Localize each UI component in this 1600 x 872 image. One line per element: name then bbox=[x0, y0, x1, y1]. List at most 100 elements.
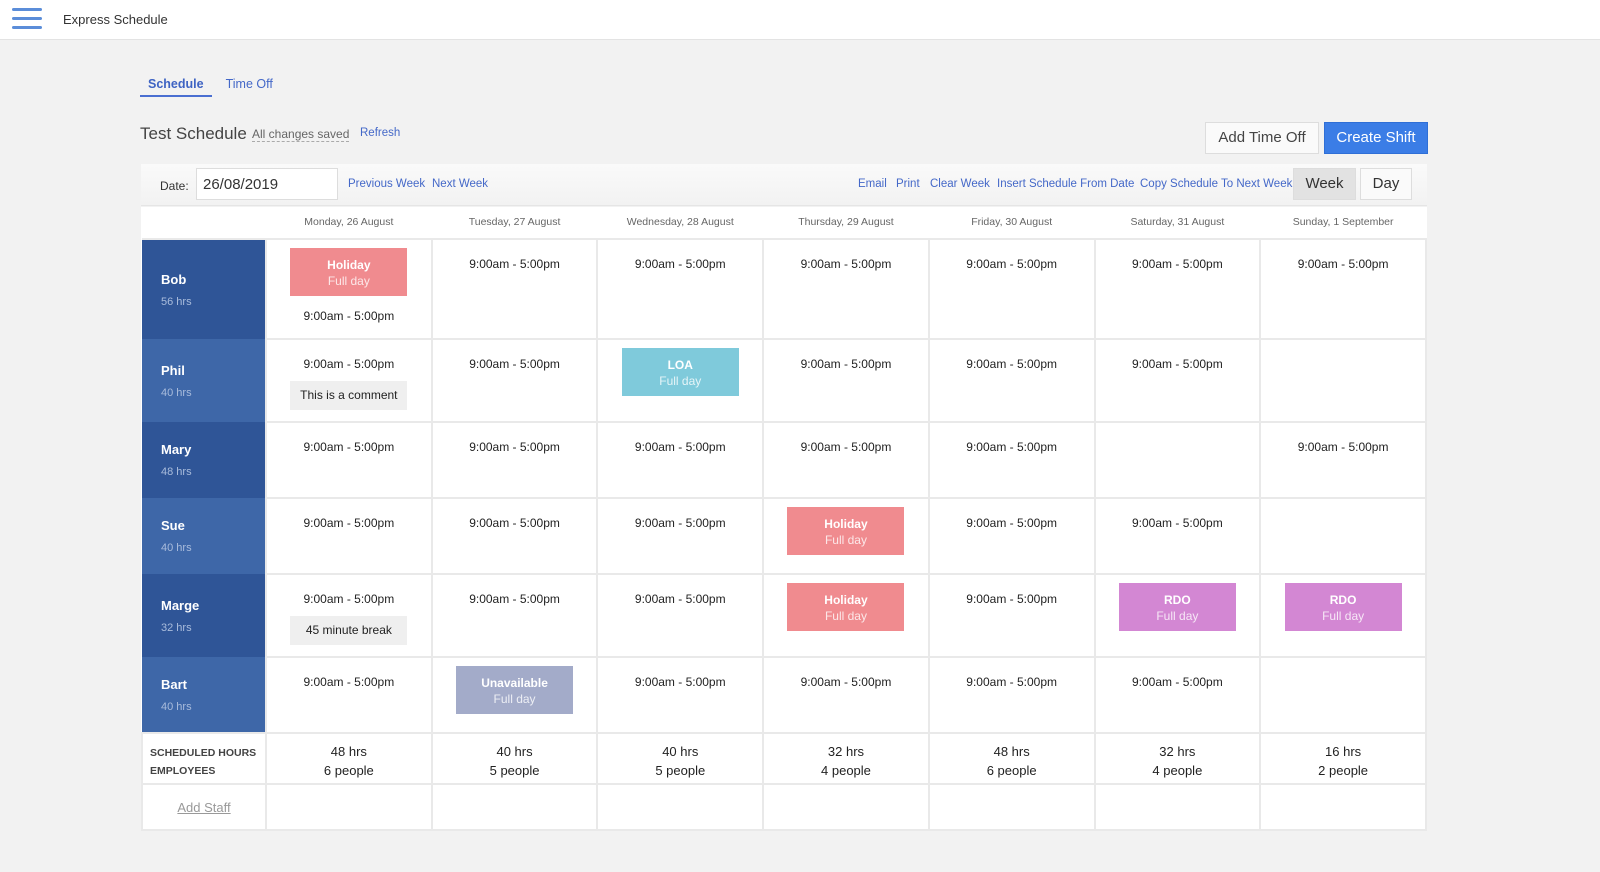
day-cell[interactable]: 9:00am - 5:00pm bbox=[927, 338, 1096, 423]
day-cell[interactable]: 9:00am - 5:00pm bbox=[762, 238, 930, 340]
day-cell[interactable]: 9:00am - 5:00pm bbox=[430, 497, 599, 575]
shift-entry[interactable]: 9:00am - 5:00pm bbox=[930, 357, 1094, 371]
shift-entry[interactable]: 9:00am - 5:00pm bbox=[267, 440, 431, 454]
clear-week-link[interactable]: Clear Week bbox=[930, 178, 990, 190]
day-cell[interactable]: 9:00am - 5:00pm bbox=[927, 656, 1096, 734]
day-cell[interactable]: 9:00am - 5:00pm bbox=[762, 421, 930, 499]
shift-entry[interactable]: 9:00am - 5:00pm bbox=[1261, 440, 1425, 454]
shift-entry[interactable]: 9:00am - 5:00pm bbox=[764, 357, 928, 371]
create-shift-button[interactable]: Create Shift bbox=[1324, 122, 1428, 154]
shift-entry[interactable]: 9:00am - 5:00pm bbox=[267, 357, 431, 371]
staff-cell[interactable]: Sue 40 hrs bbox=[142, 498, 266, 574]
rdo-block[interactable]: RDO Full day bbox=[1284, 583, 1402, 631]
holiday-block[interactable]: Holiday Full day bbox=[787, 583, 905, 631]
shift-entry[interactable]: 9:00am - 5:00pm bbox=[1096, 675, 1260, 689]
day-cell[interactable]: 9:00am - 5:00pm bbox=[430, 238, 599, 340]
shift-entry[interactable]: 9:00am - 5:00pm bbox=[267, 675, 431, 689]
shift-entry[interactable]: 9:00am - 5:00pm bbox=[433, 516, 597, 530]
day-cell[interactable]: 9:00am - 5:00pm bbox=[1259, 238, 1427, 340]
day-cell[interactable]: 9:00am - 5:00pm bbox=[265, 421, 433, 499]
day-cell[interactable]: 9:00am - 5:00pm bbox=[430, 338, 599, 423]
email-link[interactable]: Email bbox=[858, 178, 887, 190]
shift-entry[interactable]: 9:00am - 5:00pm bbox=[1261, 257, 1425, 271]
empty-cell[interactable] bbox=[596, 783, 765, 831]
day-view-button[interactable]: Day bbox=[1360, 168, 1412, 200]
shift-entry[interactable]: 9:00am - 5:00pm bbox=[764, 440, 928, 454]
shift-entry[interactable]: 9:00am - 5:00pm bbox=[1096, 357, 1260, 371]
shift-entry[interactable]: 9:00am - 5:00pm bbox=[1096, 516, 1260, 530]
day-cell[interactable]: Holiday Full day 9:00am - 5:00pm bbox=[265, 238, 433, 340]
tab-schedule[interactable]: Schedule bbox=[140, 75, 212, 97]
day-cell[interactable]: 9:00am - 5:00pm bbox=[1093, 656, 1262, 734]
staff-cell[interactable]: Mary 48 hrs bbox=[142, 422, 266, 498]
insert-schedule-link[interactable]: Insert Schedule From Date bbox=[997, 178, 1134, 190]
unavailable-block[interactable]: Unavailable Full day bbox=[456, 666, 574, 714]
day-cell[interactable]: RDO Full day bbox=[1259, 573, 1427, 658]
shift-entry[interactable]: 9:00am - 5:00pm bbox=[433, 357, 597, 371]
next-week-link[interactable]: Next Week bbox=[432, 178, 488, 190]
day-cell[interactable] bbox=[1259, 497, 1427, 575]
day-cell[interactable]: 9:00am - 5:00pm bbox=[430, 573, 599, 658]
staff-cell[interactable]: Marge 32 hrs bbox=[142, 574, 266, 657]
holiday-block[interactable]: Holiday Full day bbox=[290, 248, 408, 296]
shift-entry[interactable]: 9:00am - 5:00pm bbox=[598, 516, 762, 530]
day-cell[interactable]: 9:00am - 5:00pm bbox=[1093, 238, 1262, 340]
shift-entry[interactable]: 9:00am - 5:00pm bbox=[930, 257, 1094, 271]
staff-cell[interactable]: Bart 40 hrs bbox=[142, 657, 266, 733]
tab-time-off[interactable]: Time Off bbox=[218, 75, 281, 97]
day-cell[interactable] bbox=[1093, 421, 1262, 499]
shift-entry[interactable]: 9:00am - 5:00pm bbox=[598, 257, 762, 271]
day-cell[interactable]: Holiday Full day bbox=[762, 497, 930, 575]
hamburger-menu-icon[interactable] bbox=[12, 8, 42, 30]
add-time-off-button[interactable]: Add Time Off bbox=[1205, 122, 1319, 154]
day-cell[interactable]: 9:00am - 5:00pm bbox=[1093, 497, 1262, 575]
copy-schedule-link[interactable]: Copy Schedule To Next Week bbox=[1140, 178, 1292, 190]
day-cell[interactable]: 9:00am - 5:00pm bbox=[265, 656, 433, 734]
day-cell[interactable]: 9:00am - 5:00pm 45 minute break bbox=[265, 573, 433, 658]
empty-cell[interactable] bbox=[927, 783, 1096, 831]
day-cell[interactable]: 9:00am - 5:00pm bbox=[430, 421, 599, 499]
day-cell[interactable]: 9:00am - 5:00pm This is a comment bbox=[265, 338, 433, 423]
shift-entry[interactable]: 9:00am - 5:00pm bbox=[433, 592, 597, 606]
shift-entry[interactable]: 9:00am - 5:00pm bbox=[267, 309, 431, 323]
day-cell[interactable] bbox=[1259, 338, 1427, 423]
shift-entry[interactable]: 9:00am - 5:00pm bbox=[930, 592, 1094, 606]
staff-cell[interactable]: Phil 40 hrs bbox=[142, 339, 266, 422]
week-view-button[interactable]: Week bbox=[1293, 168, 1356, 200]
shift-comment[interactable]: This is a comment bbox=[290, 381, 408, 410]
empty-cell[interactable] bbox=[430, 783, 599, 831]
add-staff-link[interactable]: Add Staff bbox=[141, 783, 267, 831]
empty-cell[interactable] bbox=[265, 783, 433, 831]
shift-entry[interactable]: 9:00am - 5:00pm bbox=[267, 592, 431, 606]
empty-cell[interactable] bbox=[762, 783, 930, 831]
day-cell[interactable]: 9:00am - 5:00pm bbox=[762, 338, 930, 423]
shift-entry[interactable]: 9:00am - 5:00pm bbox=[267, 516, 431, 530]
shift-entry[interactable]: 9:00am - 5:00pm bbox=[598, 675, 762, 689]
day-cell[interactable]: LOA Full day bbox=[596, 338, 765, 423]
shift-entry[interactable]: 9:00am - 5:00pm bbox=[930, 440, 1094, 454]
shift-entry[interactable]: 9:00am - 5:00pm bbox=[930, 675, 1094, 689]
staff-cell[interactable]: Bob 56 hrs bbox=[142, 239, 266, 339]
day-cell[interactable]: 9:00am - 5:00pm bbox=[1259, 421, 1427, 499]
shift-comment[interactable]: 45 minute break bbox=[290, 616, 408, 645]
empty-cell[interactable] bbox=[1093, 783, 1262, 831]
previous-week-link[interactable]: Previous Week bbox=[348, 178, 425, 190]
day-cell[interactable]: 9:00am - 5:00pm bbox=[596, 656, 765, 734]
shift-entry[interactable]: 9:00am - 5:00pm bbox=[433, 440, 597, 454]
shift-entry[interactable]: 9:00am - 5:00pm bbox=[930, 516, 1094, 530]
day-cell[interactable]: 9:00am - 5:00pm bbox=[762, 656, 930, 734]
empty-cell[interactable] bbox=[1259, 783, 1427, 831]
day-cell[interactable]: 9:00am - 5:00pm bbox=[927, 238, 1096, 340]
day-cell[interactable]: Unavailable Full day bbox=[430, 656, 599, 734]
day-cell[interactable]: 9:00am - 5:00pm bbox=[927, 421, 1096, 499]
refresh-link[interactable]: Refresh bbox=[360, 127, 400, 139]
date-input[interactable] bbox=[196, 168, 338, 200]
print-link[interactable]: Print bbox=[896, 178, 920, 190]
day-cell[interactable]: 9:00am - 5:00pm bbox=[596, 421, 765, 499]
holiday-block[interactable]: Holiday Full day bbox=[787, 507, 905, 555]
rdo-block[interactable]: RDO Full day bbox=[1118, 583, 1236, 631]
day-cell[interactable]: 9:00am - 5:00pm bbox=[265, 497, 433, 575]
shift-entry[interactable]: 9:00am - 5:00pm bbox=[598, 440, 762, 454]
loa-block[interactable]: LOA Full day bbox=[621, 348, 739, 396]
shift-entry[interactable]: 9:00am - 5:00pm bbox=[433, 257, 597, 271]
